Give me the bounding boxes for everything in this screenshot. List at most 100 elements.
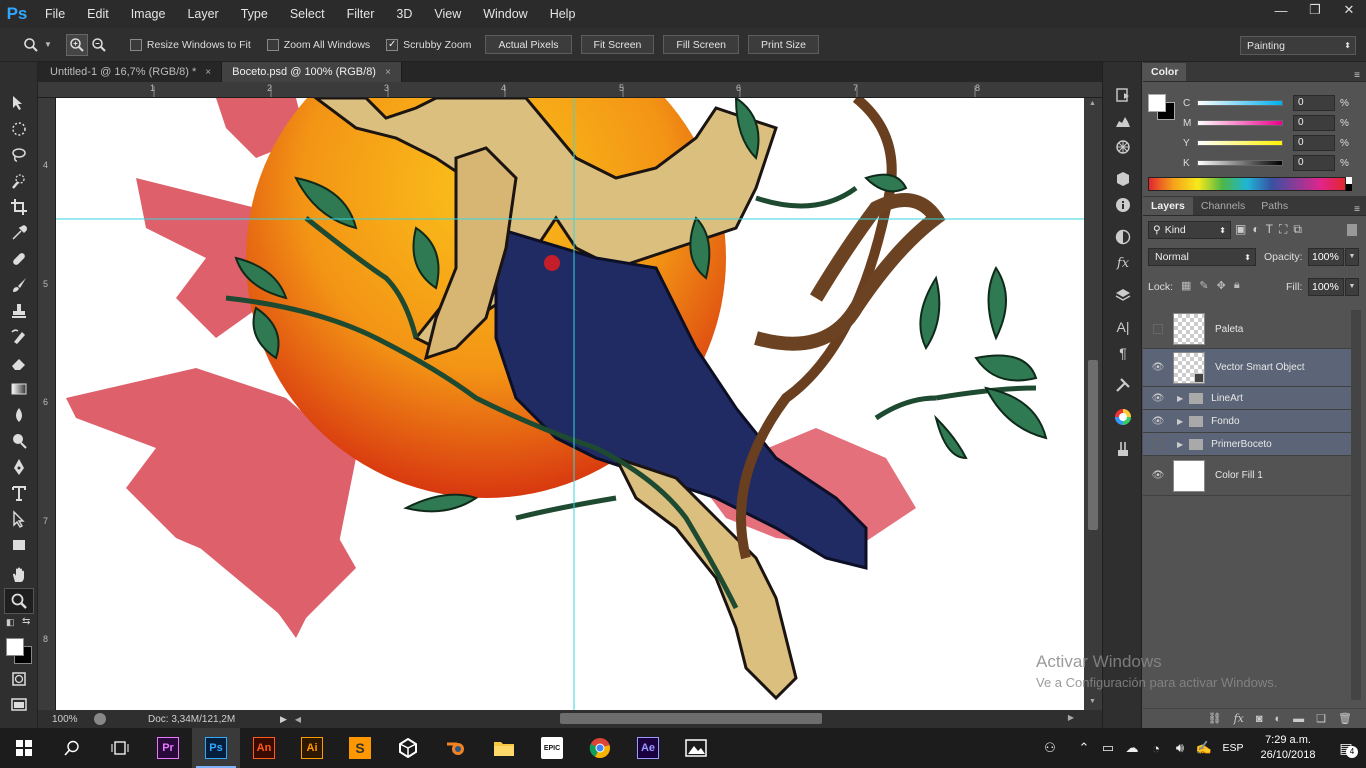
scroll-up-icon[interactable]: ▲ [1089,100,1096,107]
blur-tool-icon[interactable] [4,402,34,428]
tab-layers[interactable]: Layers [1143,197,1193,215]
crop-tool-icon[interactable] [4,194,34,220]
clone-stamp-tool-icon[interactable] [4,298,34,324]
slider-m-value[interactable]: 0 [1293,115,1335,131]
taskbar-blender[interactable] [432,728,480,768]
taskbar-unity[interactable] [384,728,432,768]
onedrive-icon[interactable]: ☁ [1120,740,1144,756]
filter-pixel-icon[interactable]: ▣ [1235,222,1246,237]
filter-smart-icon[interactable]: ⧉ [1293,222,1302,237]
tab-boceto[interactable]: Boceto.psd @ 100% (RGB/8) × [222,62,402,82]
scroll-down-icon[interactable]: ▼ [1089,698,1096,705]
character-panel-icon[interactable]: A| [1108,314,1138,340]
layer-group-fondo[interactable]: 👁︎ ▶ Fondo [1143,410,1351,433]
histogram-panel-icon[interactable] [1108,108,1138,134]
quick-selection-tool-icon[interactable] [4,168,34,194]
eye-icon[interactable]: 👁︎ [1143,362,1173,373]
taskbar-sublime[interactable]: S [336,728,384,768]
slider-k[interactable]: K 0 % [1183,154,1361,172]
screen-mode-icon[interactable] [4,692,34,718]
healing-brush-tool-icon[interactable] [4,246,34,272]
language-indicator[interactable]: ESP [1216,742,1250,754]
eraser-tool-icon[interactable] [4,350,34,376]
workspace-select[interactable]: Painting ⬍ [1240,36,1356,55]
panel-menu-icon[interactable]: ≡ [1354,204,1360,215]
minimize-button[interactable]: — [1264,0,1298,20]
resize-windows-checkbox[interactable]: Resize Windows to Fit [129,38,251,51]
new-group-icon[interactable]: ▬ [1293,713,1304,725]
fill-dropdown-icon[interactable]: ▼ [1345,278,1359,296]
share-icon[interactable] [94,713,106,725]
new-adjustment-icon[interactable]: ◐ [1275,713,1282,725]
eye-icon[interactable]: 👁︎ [1143,416,1173,427]
paragraph-panel-icon[interactable]: ¶ [1108,340,1138,366]
marquee-tool-icon[interactable] [4,116,34,142]
menu-image[interactable]: Image [120,0,177,28]
lasso-tool-icon[interactable] [4,142,34,168]
slider-c[interactable]: C 0 % [1183,94,1361,112]
add-mask-icon[interactable]: ◙ [1256,713,1263,725]
gradient-tool-icon[interactable] [4,376,34,402]
menu-select[interactable]: Select [279,0,336,28]
layer-paleta[interactable]: Paleta [1143,310,1351,349]
hand-tool-icon[interactable] [4,562,34,588]
lock-all-icon[interactable]: 🔒︎ [1234,279,1240,292]
volume-icon[interactable]: 🔊︎ [1168,740,1192,756]
network-icon[interactable]: ◔ [1144,741,1168,756]
restore-button[interactable]: ❐ [1298,0,1332,20]
filter-toggle[interactable] [1347,224,1357,236]
opacity-field[interactable]: 100% [1308,248,1344,266]
eye-icon[interactable]: 👁︎ [1143,470,1173,481]
expand-icon[interactable]: ▶ [1177,394,1183,403]
layer-group-primerboceto[interactable]: ▶ PrimerBoceto [1143,433,1351,456]
3d-panel-icon[interactable] [1108,166,1138,192]
layers-scrollbar[interactable] [1351,310,1361,700]
battery-icon[interactable]: ▭ [1096,740,1120,756]
menu-layer[interactable]: Layer [176,0,229,28]
start-button[interactable] [0,728,48,768]
menu-help[interactable]: Help [539,0,587,28]
rectangle-tool-icon[interactable] [4,532,34,558]
menu-3d[interactable]: 3D [385,0,423,28]
expand-icon[interactable]: ▶ [1177,440,1183,449]
slider-y[interactable]: Y 0 % [1183,134,1361,152]
search-button[interactable] [48,728,96,768]
fill-field[interactable]: 100% [1308,278,1344,296]
slider-m[interactable]: M 0 % [1183,114,1361,132]
tab-channels[interactable]: Channels [1193,197,1253,215]
move-tool-icon[interactable] [4,90,34,116]
menu-type[interactable]: Type [230,0,279,28]
taskbar-photos[interactable] [672,728,720,768]
action-center-button[interactable]: ▤ 4 [1326,740,1366,758]
opacity-dropdown-icon[interactable]: ▼ [1345,248,1359,266]
tab-paths[interactable]: Paths [1253,197,1296,215]
info-panel-icon[interactable] [1108,192,1138,218]
print-size-button[interactable]: Print Size [748,35,819,54]
link-layers-icon[interactable]: ⛓ [1208,712,1222,725]
vertical-scrollbar[interactable]: ▲ ▼ [1084,98,1102,710]
layer-group-lineart[interactable]: 👁︎ ▶ LineArt [1143,387,1351,410]
panel-menu-icon[interactable]: ≡ [1354,70,1360,81]
slider-k-value[interactable]: 0 [1293,155,1335,171]
quick-mask-icon[interactable] [4,666,34,692]
people-icon[interactable]: ⚇ [1038,740,1062,756]
eyedropper-tool-icon[interactable] [4,220,34,246]
zoom-all-windows-checkbox[interactable]: Zoom All Windows [266,38,370,51]
new-layer-icon[interactable]: ❏ [1316,712,1326,725]
visibility-toggle[interactable] [1143,439,1173,449]
taskbar-file-explorer[interactable] [480,728,528,768]
blend-mode-select[interactable]: Normal ⬍ [1148,248,1256,266]
eye-icon[interactable]: 👁︎ [1143,393,1173,404]
taskbar-chrome[interactable] [576,728,624,768]
add-style-icon[interactable]: fx [1234,712,1244,725]
zoom-tool-icon[interactable] [4,588,34,614]
filter-adjustment-icon[interactable]: ◐ [1252,222,1259,237]
scroll-thumb[interactable] [1088,360,1098,530]
color-foreground-swatch[interactable] [1148,94,1166,112]
taskbar-after-effects[interactable]: Ae [624,728,672,768]
history-brush-tool-icon[interactable] [4,324,34,350]
document-canvas[interactable] [56,98,1084,710]
pen-icon[interactable]: ✍ [1192,740,1216,756]
adjustments-panel-icon[interactable] [1108,224,1138,250]
slider-c-value[interactable]: 0 [1293,95,1335,111]
